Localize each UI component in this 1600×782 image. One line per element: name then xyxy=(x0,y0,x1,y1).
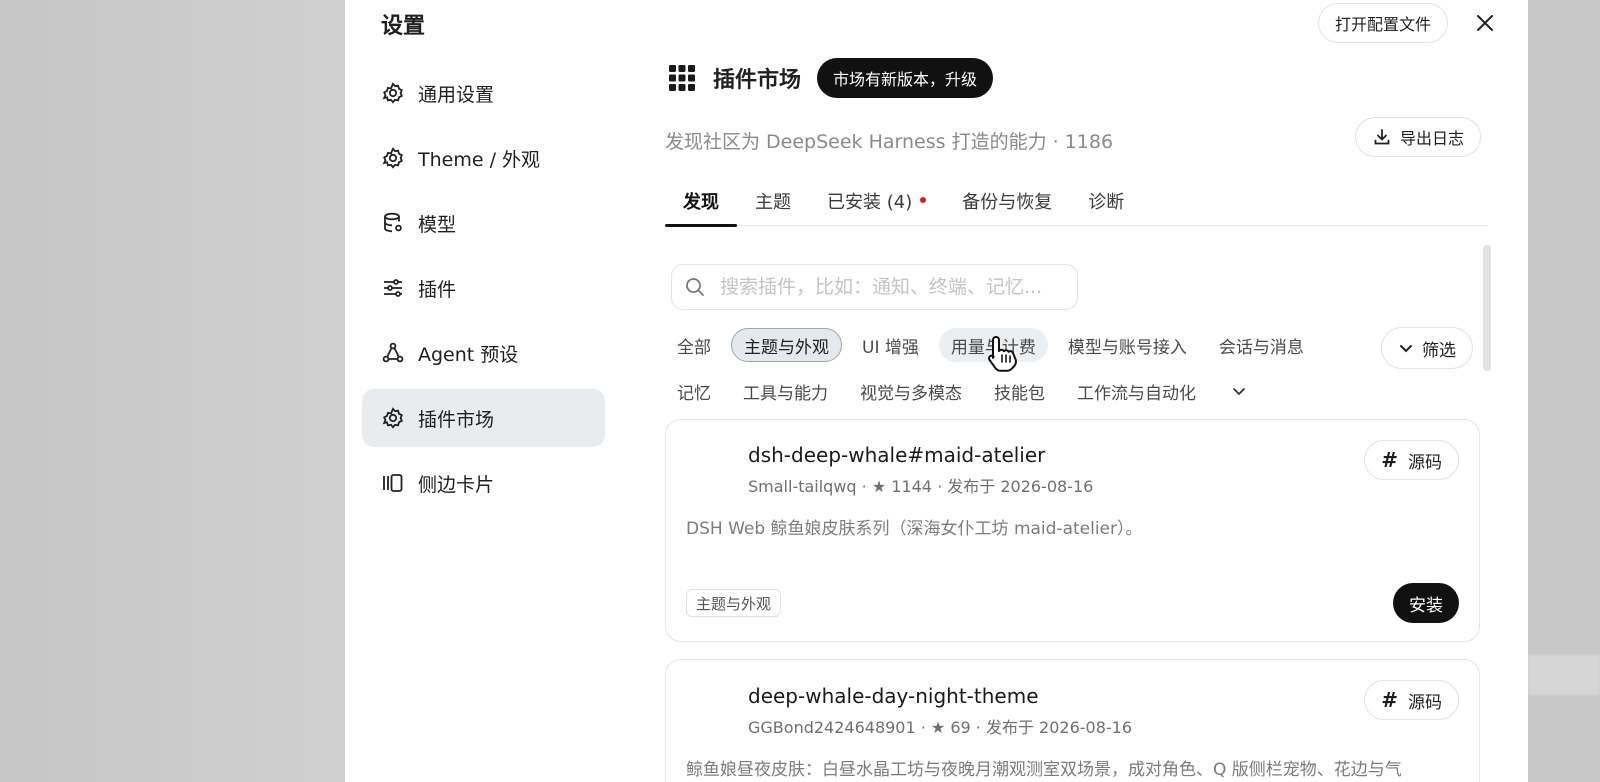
sidebar-item-label: 模型 xyxy=(418,213,457,236)
side-cards-icon xyxy=(380,470,406,496)
source-code-button[interactable]: # 源码 xyxy=(1364,680,1459,720)
category-chips-row-2: 记忆 工具与能力 视觉与多模态 技能包 工作流与自动化 xyxy=(665,374,1254,408)
market-header: 插件市场 市场有新版本，升级 xyxy=(667,58,994,98)
plugin-description: DSH Web 鲸鱼娘皮肤系列（深海女仆工坊 maid-atelier）。 xyxy=(686,519,1143,539)
gear-icon xyxy=(380,405,406,431)
plugin-card[interactable]: dsh-deep-whale#maid-atelier Small-tailqw… xyxy=(665,419,1480,642)
category-chip-workflow[interactable]: 工作流与自动化 xyxy=(1065,374,1208,408)
sidebar-item-label: 插件市场 xyxy=(418,408,495,431)
category-chip-model-account[interactable]: 模型与账号接入 xyxy=(1056,328,1199,362)
market-subtitle: 发现社区为 DeepSeek Harness 打造的能力 · 1186 xyxy=(665,131,1114,153)
market-tabs: 发现 主题 已安装 (4) 备份与恢复 诊断 xyxy=(665,182,1487,227)
search-input[interactable] xyxy=(720,276,1060,298)
page-title: 插件市场 xyxy=(713,68,802,93)
open-config-file-button[interactable]: 打开配置文件 xyxy=(1318,3,1449,43)
plugin-name: dsh-deep-whale#maid-atelier xyxy=(748,443,1046,467)
hash-icon: # xyxy=(1381,688,1398,712)
category-chip-ui-enhance[interactable]: UI 增强 xyxy=(850,328,931,362)
settings-dialog: 设置 通用设置 Theme / 外观 模型 插件 Agent 预设 插件市场 侧… xyxy=(345,0,1528,782)
sidebar-item-general[interactable]: 通用设置 xyxy=(362,64,605,122)
hash-icon: # xyxy=(1381,448,1398,472)
filter-button[interactable]: 筛选 xyxy=(1381,327,1473,369)
background-blurred-content xyxy=(1528,655,1600,695)
plugin-category-tag: 主题与外观 xyxy=(686,589,782,617)
source-label: 源码 xyxy=(1408,452,1442,473)
sidebar-item-side-cards[interactable]: 侧边卡片 xyxy=(362,454,605,512)
category-chip-theme-appearance[interactable]: 主题与外观 xyxy=(731,328,842,362)
sidebar-item-label: 通用设置 xyxy=(418,83,495,106)
settings-sidebar: 通用设置 Theme / 外观 模型 插件 Agent 预设 插件市场 侧边卡片 xyxy=(362,64,605,519)
sidebar-item-label: Agent 预设 xyxy=(418,343,519,366)
sidebar-item-label: 侧边卡片 xyxy=(418,473,495,496)
sidebar-item-agent-presets[interactable]: Agent 预设 xyxy=(362,324,605,382)
download-icon xyxy=(1374,129,1390,145)
sliders-icon xyxy=(380,275,406,301)
export-log-button[interactable]: 导出日志 xyxy=(1355,117,1482,157)
close-icon[interactable] xyxy=(1470,8,1500,38)
agent-nodes-icon xyxy=(380,340,406,366)
filter-label: 筛选 xyxy=(1422,340,1456,361)
scrollbar[interactable] xyxy=(1483,245,1491,371)
source-code-button[interactable]: # 源码 xyxy=(1364,440,1459,480)
plugin-meta: Small-tailqwq · ★ 1144 · 发布于 2026-08-16 xyxy=(748,477,1094,496)
category-chip-all[interactable]: 全部 xyxy=(665,328,723,362)
hand-cursor-icon xyxy=(988,336,1017,372)
tab-installed[interactable]: 已安装 (4) xyxy=(809,182,944,226)
chevron-down-icon[interactable] xyxy=(1224,376,1254,406)
category-chip-tools[interactable]: 工具与能力 xyxy=(731,374,840,408)
category-chip-vision[interactable]: 视觉与多模态 xyxy=(848,374,974,408)
modal-backdrop-right xyxy=(1528,0,1600,782)
sidebar-item-theme[interactable]: Theme / 外观 xyxy=(362,129,605,187)
gear-icon xyxy=(380,80,406,106)
category-chip-memory[interactable]: 记忆 xyxy=(665,374,723,408)
database-icon xyxy=(380,210,406,236)
search-icon xyxy=(686,278,704,296)
sidebar-item-plugin-market[interactable]: 插件市场 xyxy=(362,389,605,447)
dialog-title: 设置 xyxy=(381,14,426,39)
upgrade-market-button[interactable]: 市场有新版本，升级 xyxy=(817,58,994,98)
tab-backup-restore[interactable]: 备份与恢复 xyxy=(944,182,1070,226)
sidebar-item-label: 插件 xyxy=(418,278,457,301)
chevron-down-icon xyxy=(1400,345,1412,353)
plugin-description: 鲸鱼娘昼夜皮肤：白昼水晶工坊与夜晚月潮观测室双场景，成对角色、Q 版侧栏宠物、花… xyxy=(686,760,1402,780)
tab-themes[interactable]: 主题 xyxy=(737,182,809,226)
export-log-label: 导出日志 xyxy=(1400,129,1465,148)
notification-dot xyxy=(920,197,927,203)
plugin-meta: GGBond2424648901 · ★ 69 · 发布于 2026-08-16 xyxy=(748,718,1133,737)
plugin-card[interactable]: deep-whale-day-night-theme GGBond2424648… xyxy=(665,659,1480,782)
gear-icon xyxy=(380,145,406,171)
modal-backdrop-left xyxy=(0,0,345,782)
tab-diagnostics[interactable]: 诊断 xyxy=(1070,182,1142,226)
tab-label: 主题 xyxy=(755,192,791,213)
tab-label: 发现 xyxy=(683,192,719,213)
tab-label: 已安装 (4) xyxy=(827,192,913,213)
plugin-name: deep-whale-day-night-theme xyxy=(748,684,1039,708)
sidebar-item-models[interactable]: 模型 xyxy=(362,194,605,252)
install-button[interactable]: 安装 xyxy=(1393,583,1459,623)
source-label: 源码 xyxy=(1408,692,1442,713)
tab-discover[interactable]: 发现 xyxy=(665,182,737,227)
sidebar-item-plugins[interactable]: 插件 xyxy=(362,259,605,317)
plugin-search-box[interactable] xyxy=(671,264,1078,310)
category-chip-skills[interactable]: 技能包 xyxy=(982,374,1057,408)
tab-label: 诊断 xyxy=(1088,192,1125,213)
grid-icon xyxy=(667,63,697,93)
sidebar-item-label: Theme / 外观 xyxy=(418,148,541,171)
tab-label: 备份与恢复 xyxy=(962,192,1053,213)
category-chip-conversation[interactable]: 会话与消息 xyxy=(1207,328,1316,362)
